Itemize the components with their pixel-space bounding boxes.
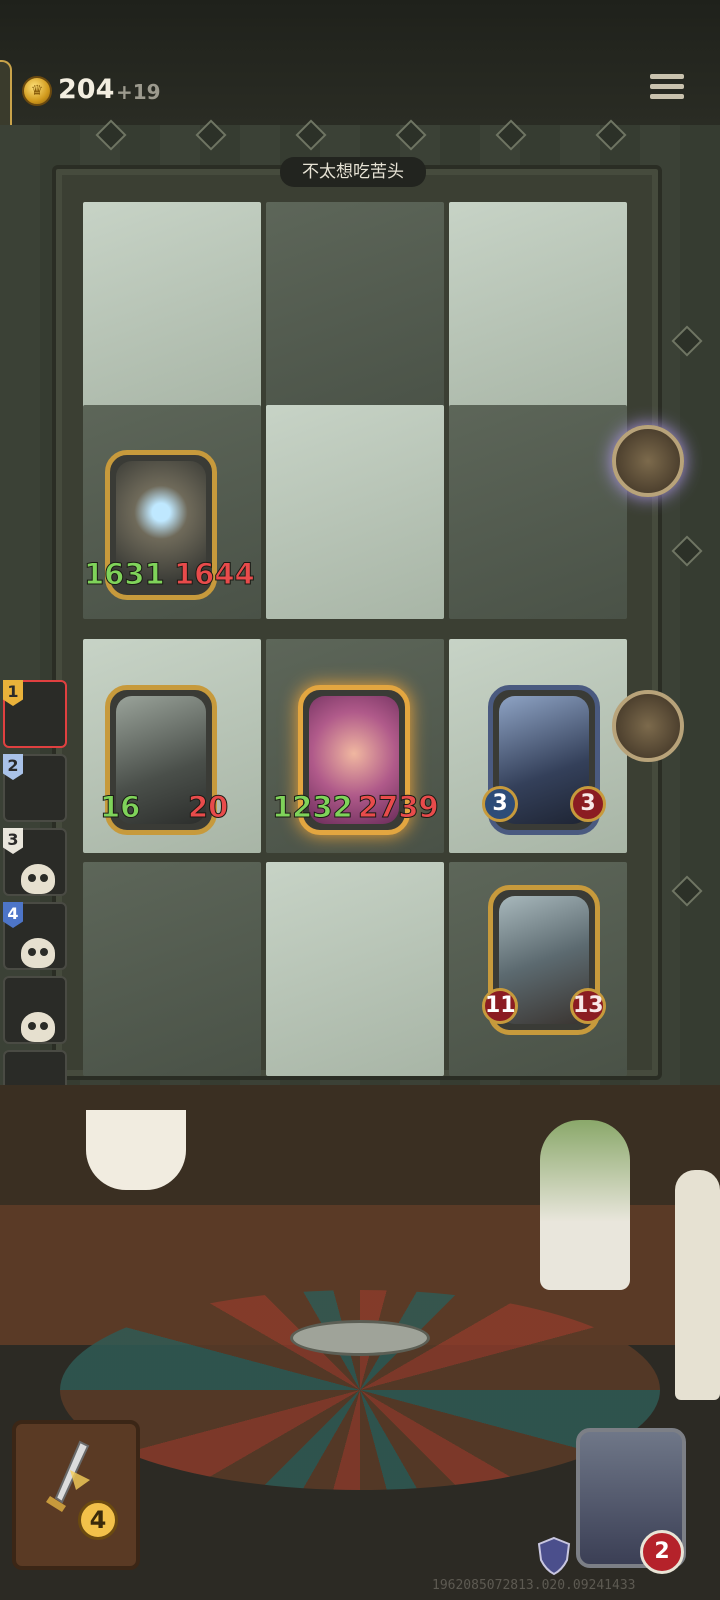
queue-slot[interactable]: 4 [3, 902, 67, 970]
queue-number: 2 [3, 754, 23, 780]
teacup-icon [86, 1110, 186, 1190]
plant-girl-character [540, 1120, 630, 1290]
board-cell[interactable] [266, 405, 444, 619]
top-bar [0, 0, 720, 125]
card-attack: 1232 [272, 790, 354, 825]
board-cell[interactable] [83, 202, 261, 416]
card-attack: 3 [482, 786, 518, 822]
board-cell[interactable] [449, 202, 627, 416]
card-health: 20 [187, 790, 229, 825]
queue-slot[interactable] [3, 976, 67, 1044]
coin-icon: ♛ [22, 76, 52, 106]
card-attack: 16 [99, 790, 141, 825]
board-cell[interactable] [449, 405, 627, 619]
coin-income: +19 [116, 80, 161, 104]
card-health: 3 [570, 786, 606, 822]
queue-slot[interactable]: 3 [3, 828, 67, 896]
queue-slot[interactable]: 1 [3, 680, 67, 748]
queue-slot[interactable]: 2 [3, 754, 67, 822]
card-health: 13 [570, 988, 606, 1024]
build-id: 1962085072813.020.09241433 [432, 1578, 636, 1593]
skull-icon [21, 1012, 55, 1042]
shield-icon [537, 1536, 571, 1576]
queue-number: 3 [3, 828, 23, 854]
hero-health: 2 [640, 1530, 684, 1574]
board-cell[interactable] [266, 202, 444, 416]
coin-count: 204 [58, 74, 115, 105]
card-health: 1644 [174, 557, 256, 592]
card-health: 2739 [358, 790, 440, 825]
menu-icon[interactable] [650, 74, 684, 104]
queue-number: 4 [3, 902, 23, 928]
board-cell[interactable] [266, 862, 444, 1076]
chess-piece-icon [675, 1170, 720, 1400]
skull-icon [21, 864, 55, 894]
sword-count: 4 [78, 1500, 118, 1540]
board-cell[interactable] [83, 862, 261, 1076]
queue-number: 1 [3, 680, 23, 706]
card-attack: 11 [482, 988, 518, 1024]
pocket-watch-icon[interactable] [612, 425, 684, 497]
roulette-hub [290, 1320, 430, 1356]
board-title: 不太想吃苦头 [280, 157, 426, 187]
skull-icon [21, 938, 55, 968]
pocket-watch-icon[interactable] [612, 690, 684, 762]
card-attack: 1631 [84, 557, 166, 592]
